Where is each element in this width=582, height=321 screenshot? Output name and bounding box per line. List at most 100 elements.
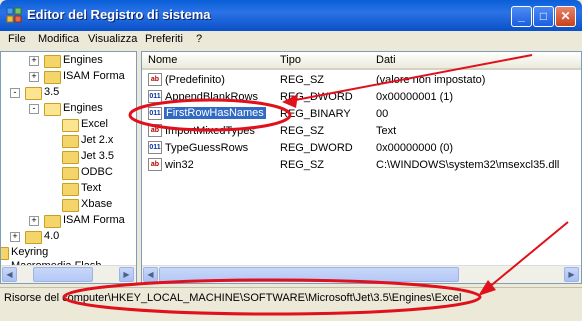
- value-name: ImportMixedTypes: [165, 125, 255, 137]
- tree-item-4-0[interactable]: + 4.0: [1, 229, 136, 245]
- tree-item-3-5[interactable]: - 3.5: [1, 85, 136, 101]
- value-row[interactable]: 011 AppendBlankRows REG_DWORD 0x00000001…: [142, 89, 581, 106]
- folder-icon: [62, 135, 79, 148]
- window-title: Editor del Registro di sistema: [27, 7, 211, 22]
- menu-preferiti[interactable]: Preferiti: [145, 33, 183, 45]
- value-data: (valore non impostato): [376, 74, 486, 86]
- menu-modifica[interactable]: Modifica: [38, 33, 79, 45]
- scroll-left-button[interactable]: ◀: [143, 267, 158, 282]
- value-name: (Predefinito): [165, 74, 225, 86]
- folder-open-icon: [25, 87, 42, 100]
- tree-horizontal-scrollbar[interactable]: ◀ ▶: [1, 265, 136, 283]
- tree-item-label: Jet 2.x: [81, 134, 114, 146]
- tree-item-xbase[interactable]: Xbase: [1, 197, 136, 213]
- scroll-right-button[interactable]: ▶: [119, 267, 134, 282]
- binary-value-icon: 011: [148, 90, 162, 103]
- value-name: win32: [165, 159, 194, 171]
- value-row-selected[interactable]: 011 FirstRowHasNames REG_BINARY 00: [142, 106, 581, 123]
- value-row[interactable]: ab ImportMixedTypes REG_SZ Text: [142, 123, 581, 140]
- value-type: REG_DWORD: [280, 142, 353, 154]
- tree-item-jet-2x[interactable]: Jet 2.x: [1, 133, 136, 149]
- expand-icon[interactable]: +: [29, 56, 39, 66]
- folder-icon: [44, 55, 61, 68]
- folder-icon: [62, 151, 79, 164]
- close-button[interactable]: ✕: [555, 6, 576, 27]
- column-header-nome[interactable]: Nome: [142, 52, 274, 70]
- scroll-left-button[interactable]: ◀: [2, 267, 17, 282]
- value-row[interactable]: ab (Predefinito) REG_SZ (valore non impo…: [142, 72, 581, 89]
- value-type: REG_SZ: [280, 74, 325, 86]
- expand-icon[interactable]: +: [29, 72, 39, 82]
- minimize-button[interactable]: _: [511, 6, 532, 27]
- menu-bar: File Modifica Visualizza Preferiti ?: [0, 31, 582, 49]
- binary-value-icon: 011: [148, 141, 162, 154]
- folder-icon: [25, 231, 42, 244]
- folder-icon: [62, 199, 79, 212]
- tree-item-label: 4.0: [44, 230, 60, 242]
- folder-icon: [44, 71, 61, 84]
- value-data: 00: [376, 108, 389, 120]
- values-horizontal-scrollbar[interactable]: ◀ ▶: [142, 265, 581, 283]
- tree-item-text[interactable]: Text: [1, 181, 136, 197]
- value-type: REG_BINARY: [280, 108, 351, 120]
- tree-item-label: ODBC: [81, 166, 113, 178]
- column-header-tipo[interactable]: Tipo: [274, 52, 370, 70]
- tree-item-jet-35[interactable]: Jet 3.5: [1, 149, 136, 165]
- tree-item-excel[interactable]: Excel: [1, 117, 136, 133]
- column-header-dati[interactable]: Dati: [370, 52, 581, 70]
- tree-item-label: Jet 3.5: [81, 150, 115, 162]
- tree-item-label: Excel: [81, 118, 108, 130]
- registry-values-pane[interactable]: Nome Tipo Dati ab (Predefinito) REG_SZ (…: [141, 51, 582, 284]
- folder-icon: [62, 183, 79, 196]
- value-name: FirstRowHasNames: [164, 107, 266, 119]
- tree-item-label: Engines: [63, 54, 103, 66]
- folder-open-icon: [62, 119, 79, 132]
- value-data: 0x00000000 (0): [376, 142, 454, 154]
- menu-file[interactable]: File: [8, 33, 26, 45]
- string-value-icon: ab: [148, 73, 162, 86]
- menu-visualizza[interactable]: Visualizza: [88, 33, 137, 45]
- expand-icon[interactable]: +: [10, 232, 20, 242]
- status-bar: Risorse del computer\HKEY_LOCAL_MACHINE\…: [0, 287, 582, 310]
- tree-item-engines[interactable]: + Engines: [1, 53, 136, 69]
- menu-help[interactable]: ?: [196, 33, 202, 45]
- scroll-right-button[interactable]: ▶: [564, 267, 579, 282]
- collapse-icon[interactable]: -: [10, 88, 20, 98]
- folder-open-icon: [44, 103, 61, 116]
- tree-item-label: 3.5: [44, 86, 60, 98]
- scroll-thumb[interactable]: [33, 267, 93, 282]
- tree-item-label: Text: [81, 182, 102, 194]
- registry-editor-window: Editor del Registro di sistema _ □ ✕ Fil…: [0, 0, 582, 321]
- value-name: TypeGuessRows: [165, 142, 249, 154]
- binary-value-icon: 011: [148, 107, 162, 120]
- expand-icon[interactable]: +: [29, 216, 39, 226]
- collapse-icon[interactable]: -: [29, 104, 39, 114]
- value-name: AppendBlankRows: [165, 91, 258, 103]
- value-data: C:\WINDOWS\system32\msexcl35.dll: [376, 159, 560, 171]
- tree-item-engines-35[interactable]: - Engines: [1, 101, 136, 117]
- value-row[interactable]: ab win32 REG_SZ C:\WINDOWS\system32\msex…: [142, 157, 581, 174]
- title-bar: Editor del Registro di sistema _ □ ✕: [0, 0, 582, 31]
- value-row[interactable]: 011 TypeGuessRows REG_DWORD 0x00000000 (…: [142, 140, 581, 157]
- tree-item-odbc[interactable]: ODBC: [1, 165, 136, 181]
- tree-item-label: ISAM Forma: [63, 70, 125, 82]
- folder-icon: [44, 215, 61, 228]
- tree-item-isam-formats-35[interactable]: + ISAM Forma: [1, 213, 136, 229]
- registry-app-icon: [6, 7, 22, 23]
- tree-item-label: Keyring: [11, 246, 49, 258]
- tree-item-label: Engines: [63, 102, 103, 114]
- folder-icon: [62, 167, 79, 180]
- tree-item-label: ISAM Forma: [63, 214, 125, 226]
- string-value-icon: ab: [148, 124, 162, 137]
- maximize-button[interactable]: □: [533, 6, 554, 27]
- registry-tree-pane[interactable]: + Engines + ISAM Forma - 3.5 - Engines E…: [0, 51, 137, 284]
- value-type: REG_DWORD: [280, 91, 353, 103]
- string-value-icon: ab: [148, 158, 162, 171]
- value-data: Text: [376, 125, 397, 137]
- tree-item-isam-formats[interactable]: + ISAM Forma: [1, 69, 136, 85]
- scroll-thumb[interactable]: [159, 267, 459, 282]
- value-type: REG_SZ: [280, 159, 325, 171]
- value-type: REG_SZ: [280, 125, 325, 137]
- value-data: 0x00000001 (1): [376, 91, 454, 103]
- tree-item-label: Xbase: [81, 198, 113, 210]
